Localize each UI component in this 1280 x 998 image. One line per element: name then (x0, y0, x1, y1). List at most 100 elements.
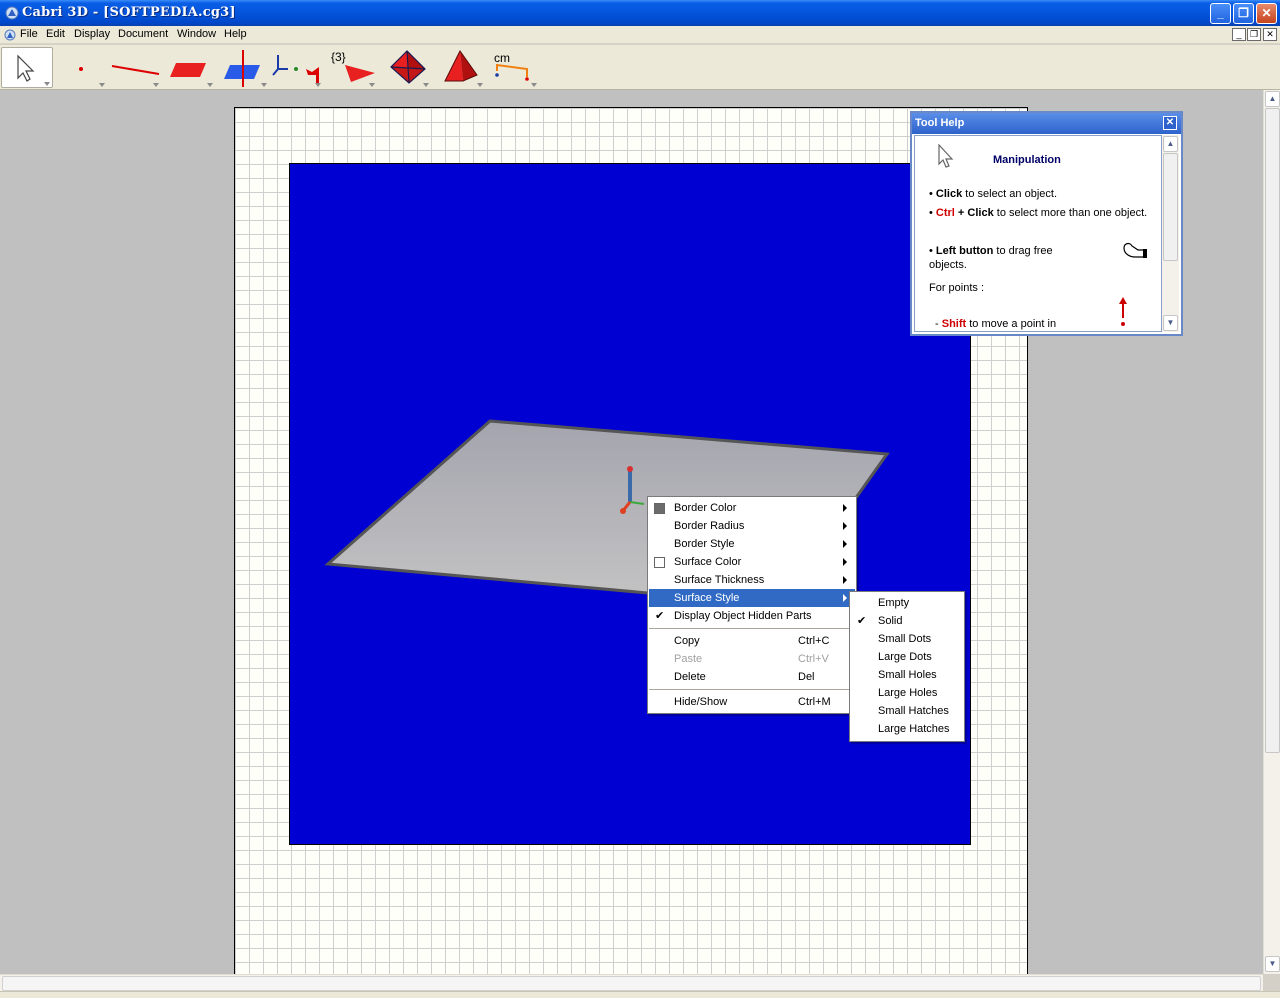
hand-drag-icon (1123, 242, 1147, 258)
line-tool[interactable] (109, 47, 161, 88)
tool-help-close-button[interactable]: ✕ (1163, 116, 1177, 130)
tool-help-line-left-button: • Left button to drag free (929, 245, 1053, 257)
surface-style-large-dots[interactable]: Large Dots (851, 648, 963, 666)
submenu-arrow-icon (843, 504, 847, 512)
transformation-tool[interactable] (271, 47, 323, 88)
menu-item-border-style[interactable]: Border Style (649, 535, 855, 553)
arrow-pointer-icon (938, 144, 954, 168)
move-up-arrow-icon (1119, 297, 1127, 326)
surface-style-empty[interactable]: Empty (851, 594, 963, 612)
submenu-arrow-icon (843, 558, 847, 566)
menu-bar: File Edit Display Document Window Help _… (0, 26, 1280, 44)
polyhedron-tool[interactable] (379, 47, 431, 88)
context-menu: Border Color Border Radius Border Style … (647, 496, 857, 714)
menu-edit[interactable]: Edit (46, 28, 65, 40)
title-bar: Cabri 3D - [SOFTPEDIA.cg3] _ ❐ ✕ (0, 0, 1280, 26)
menu-window[interactable]: Window (177, 28, 216, 40)
manipulation-tool[interactable] (1, 47, 53, 88)
menu-item-copy[interactable]: Copy Ctrl+C (649, 632, 855, 650)
maximize-button[interactable]: ❐ (1233, 3, 1254, 24)
tool-help-title: Tool Help (915, 117, 965, 129)
tool-help-header[interactable]: Tool Help ✕ (912, 113, 1181, 134)
menu-item-delete[interactable]: Delete Del (649, 668, 855, 686)
plane-tool[interactable] (163, 47, 215, 88)
mdi-minimize-button[interactable]: _ (1232, 28, 1246, 41)
point-tool[interactable] (55, 47, 107, 88)
3d-scene[interactable] (290, 164, 972, 846)
3d-view[interactable] (289, 163, 971, 845)
menu-item-border-radius[interactable]: Border Radius (649, 517, 855, 535)
perpendicular-icon (224, 50, 260, 87)
document-icon[interactable] (3, 28, 17, 42)
tool-help-line-objects: objects. (929, 259, 967, 271)
surface-style-small-dots[interactable]: Small Dots (851, 630, 963, 648)
tool-help-line-ctrl-click: • Ctrl + Click to select more than one o… (929, 207, 1148, 219)
scroll-up-button[interactable]: ▲ (1265, 91, 1280, 107)
submenu-arrow-icon (843, 594, 847, 602)
scroll-down-button[interactable]: ▼ (1265, 956, 1280, 972)
tool-help-body: Manipulation • Click to select an object… (914, 135, 1162, 332)
horizontal-scrollbar[interactable] (0, 974, 1263, 991)
vertical-scrollbar[interactable]: ▲ ▼ (1263, 90, 1280, 974)
close-button[interactable]: ✕ (1256, 3, 1277, 24)
transformation-icon (272, 55, 319, 83)
cabri-app-icon[interactable] (4, 5, 20, 21)
regular-polygon-label: {3} (331, 50, 346, 64)
checkmark-icon: ✔ (857, 615, 867, 627)
tool-help-scroll-thumb[interactable] (1163, 153, 1178, 261)
tool-help-scrollbar[interactable]: ▲ ▼ (1162, 135, 1179, 332)
menu-item-surface-thickness[interactable]: Surface Thickness (649, 571, 855, 589)
menu-display[interactable]: Display (74, 28, 110, 40)
vertical-scroll-thumb[interactable] (1265, 108, 1280, 753)
perpendicular-tool[interactable] (217, 47, 269, 88)
submenu-arrow-icon (843, 540, 847, 548)
border-color-swatch (654, 503, 665, 514)
menu-file[interactable]: File (20, 28, 38, 40)
pyramid-tool[interactable] (433, 47, 485, 88)
surface-style-small-holes[interactable]: Small Holes (851, 666, 963, 684)
menu-item-surface-style[interactable]: Surface Style (649, 589, 855, 607)
pyramid-icon (444, 50, 478, 82)
menu-item-border-color[interactable]: Border Color (649, 499, 855, 517)
minimize-button[interactable]: _ (1210, 3, 1231, 24)
tool-help-tool-name: Manipulation (993, 154, 1061, 166)
line-icon (111, 65, 160, 75)
horizontal-scroll-thumb[interactable] (2, 976, 1261, 991)
tool-help-line-shift: - Shift to move a point in (935, 318, 1057, 330)
mdi-restore-button[interactable]: ❐ (1247, 28, 1261, 41)
measurement-tool[interactable]: cm (487, 47, 539, 88)
surface-style-solid[interactable]: ✔ Solid (851, 612, 963, 630)
plane-icon (170, 63, 206, 77)
tool-help-panel: Tool Help ✕ Manipulation • Click to sele… (910, 111, 1183, 336)
menu-help[interactable]: Help (224, 28, 247, 40)
mdi-close-button[interactable]: ✕ (1263, 28, 1277, 41)
tool-help-line-click: • Click to select an object. (929, 188, 1057, 200)
regular-polygon-tool[interactable]: {3} (325, 47, 377, 88)
submenu-arrow-icon (843, 576, 847, 584)
surface-style-small-hatches[interactable]: Small Hatches (851, 702, 963, 720)
tetrahedron-icon (390, 50, 426, 84)
tool-help-scroll-up[interactable]: ▲ (1163, 136, 1178, 152)
checkmark-icon: ✔ (655, 610, 665, 622)
surface-style-submenu: Empty ✔ Solid Small Dots Large Dots Smal… (849, 591, 965, 742)
surface-style-large-holes[interactable]: Large Holes (851, 684, 963, 702)
menu-item-hide-show[interactable]: Hide/Show Ctrl+M (649, 693, 855, 711)
origin-point[interactable] (620, 508, 626, 514)
menu-separator (649, 689, 855, 690)
measurement-label: cm (494, 51, 510, 65)
surface-color-swatch (654, 557, 665, 568)
point-icon (79, 67, 83, 71)
menu-document[interactable]: Document (118, 28, 168, 40)
menu-separator (649, 628, 855, 629)
tool-help-scroll-down[interactable]: ▼ (1163, 315, 1178, 331)
window-title: Cabri 3D - [SOFTPEDIA.cg3] (22, 5, 236, 20)
z-axis-point[interactable] (627, 466, 633, 472)
menu-item-paste[interactable]: Paste Ctrl+V (649, 650, 855, 668)
tool-help-line-for-points: For points : (929, 282, 985, 294)
menu-item-display-hidden-parts[interactable]: ✔ Display Object Hidden Parts (649, 607, 855, 625)
menu-item-surface-color[interactable]: Surface Color (649, 553, 855, 571)
status-bar (0, 991, 1280, 998)
toolbar: {3} cm (0, 45, 1280, 90)
surface-style-large-hatches[interactable]: Large Hatches (851, 720, 963, 738)
submenu-arrow-icon (843, 522, 847, 530)
